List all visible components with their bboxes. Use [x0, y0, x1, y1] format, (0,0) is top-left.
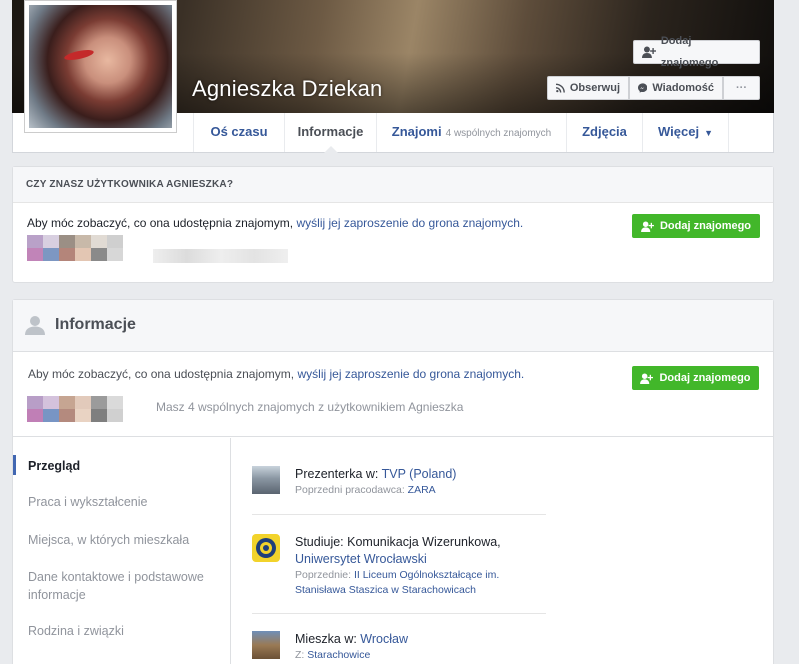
send-invite-link[interactable]: wyślij jej zaproszenie do grona znajomyc… [296, 216, 523, 230]
hometown-prefix: Z: [295, 649, 308, 661]
add-friend-icon [640, 372, 654, 384]
nav-work-education[interactable]: Praca i wykształcenie [28, 493, 218, 511]
about-invite-message: Aby móc zobaczyć, co ona udostępnia znaj… [28, 367, 295, 381]
rss-icon [556, 83, 565, 93]
tab-photos[interactable]: Zdjęcia [566, 113, 642, 152]
entry-divider [252, 613, 546, 614]
tab-friends-label: Znajomi [391, 124, 442, 139]
nav-family-relationships[interactable]: Rodzina i związki [28, 622, 218, 640]
about-add-friend-label: Dodaj znajomego [659, 372, 751, 384]
about-section: Informacje Aby móc zobaczyć, co ona udos… [12, 299, 774, 664]
university-link[interactable]: Uniwersytet Wrocławski [295, 552, 427, 566]
about-invite-row: Aby móc zobaczyć, co ona udostępnia znaj… [13, 352, 773, 437]
add-friend-icon [641, 220, 654, 232]
know-user-message: Aby móc zobaczyć, co ona udostępnia znaj… [27, 216, 294, 230]
nav-places-lived[interactable]: Miejsca, w których mieszkała [28, 531, 218, 549]
nav-contact-basic-info[interactable]: Dane kontaktowe i podstawowe informacje [28, 568, 218, 604]
tab-about[interactable]: Informacje [284, 113, 376, 153]
mutual-friends-count: 4 wspólnych znajomych [445, 128, 552, 139]
tab-friends[interactable]: Znajomi 4 wspólnych znajomych [376, 113, 566, 152]
messenger-icon [638, 83, 648, 93]
entry-divider [252, 514, 546, 515]
profile-name[interactable]: Agnieszka Dziekan [192, 76, 383, 102]
previous-school-link[interactable]: II Liceum Ogólnokształcące im. [354, 569, 499, 581]
add-friend-button[interactable]: Dodaj znajomego [633, 35, 760, 69]
previous-employer-link[interactable]: ZARA [408, 484, 436, 496]
add-friend-button-green[interactable]: Dodaj znajomego [632, 214, 760, 238]
about-mutual-avatars[interactable] [27, 396, 123, 422]
profile-photo-image [29, 5, 172, 128]
chevron-down-icon: ▼ [704, 128, 713, 138]
nav-overview[interactable]: Przegląd [28, 457, 218, 475]
nav-active-indicator [13, 455, 16, 475]
tab-more[interactable]: Więcej ▼ [642, 113, 729, 152]
university-logo-icon[interactable] [252, 534, 280, 562]
mutual-friends-avatars[interactable] [27, 235, 123, 261]
lives-title: Mieszka w: Wrocław [295, 631, 408, 648]
about-header: Informacje [13, 300, 773, 352]
message-button[interactable]: Wiadomość [629, 76, 723, 100]
about-left-nav: Przegląd Praca i wykształcenie Miejsca, … [13, 438, 231, 664]
study-prefix: Studiuje: Komunikacja Wizerunkowa, [295, 535, 501, 549]
about-add-friend-button[interactable]: Dodaj znajomego [632, 366, 759, 390]
know-user-text: Aby móc zobaczyć, co ona udostępnia znaj… [27, 216, 523, 230]
lives-prefix: Mieszka w: [295, 632, 361, 646]
hometown-link[interactable]: Starachowice [307, 649, 370, 661]
previous-school-prefix: Poprzednie: [295, 569, 354, 581]
know-user-header: CZY ZNASZ UŻYTKOWNIKA AGNIESZKA? [13, 167, 773, 203]
follow-button[interactable]: Obserwuj [547, 76, 629, 100]
tab-about-label: Informacje [297, 124, 364, 139]
tab-timeline-label: Oś czasu [210, 124, 268, 139]
study-title: Studiuje: Komunikacja Wizerunkowa, Uniwe… [295, 534, 501, 568]
add-friend-green-label: Dodaj znajomego [659, 220, 752, 232]
about-send-invite-link[interactable]: wyślij jej zaproszenie do grona znajomyc… [297, 367, 524, 381]
employer-link[interactable]: TVP (Poland) [382, 467, 457, 481]
tab-timeline[interactable]: Oś czasu [193, 113, 284, 152]
person-icon [25, 316, 45, 335]
work-prefix: Prezenterka w: [295, 467, 382, 481]
about-title: Informacje [55, 316, 136, 333]
more-options-button[interactable]: ··· [723, 76, 760, 100]
hometown: Z: Starachowice [295, 648, 370, 663]
add-friend-label: Dodaj znajomego [660, 35, 719, 69]
mutual-friends-blurred-text [153, 249, 288, 263]
university-seal-icon [256, 538, 276, 558]
tab-photos-label: Zdjęcia [582, 124, 627, 139]
previous-employer: Poprzedni pracodawca: ZARA [295, 483, 436, 498]
about-overview-entries: Prezenterka w: TVP (Poland) Poprzedni pr… [231, 438, 773, 664]
previous-employer-prefix: Poprzedni pracodawca: [295, 484, 408, 496]
add-friend-icon [642, 46, 656, 58]
employer-thumbnail[interactable] [252, 466, 280, 494]
mutual-friends-text: Masz 4 wspólnych znajomych z użytkowniki… [156, 400, 464, 414]
previous-school: Poprzednie: II Liceum Ogólnokształcące i… [295, 568, 499, 598]
city-thumbnail[interactable] [252, 631, 280, 659]
profile-picture[interactable] [24, 0, 177, 133]
more-dots-icon: ··· [736, 82, 747, 94]
previous-school-link-cont[interactable]: Stanisława Staszica w Starachowicach [295, 584, 476, 596]
about-invite-text: Aby móc zobaczyć, co ona udostępnia znaj… [28, 367, 524, 381]
current-city-link[interactable]: Wrocław [360, 632, 408, 646]
work-title: Prezenterka w: TVP (Poland) [295, 466, 456, 483]
know-user-box: CZY ZNASZ UŻYTKOWNIKA AGNIESZKA? Aby móc… [12, 166, 774, 283]
message-label: Wiadomość [652, 82, 714, 94]
tab-more-label: Więcej [658, 124, 700, 139]
follow-label: Obserwuj [569, 82, 620, 94]
